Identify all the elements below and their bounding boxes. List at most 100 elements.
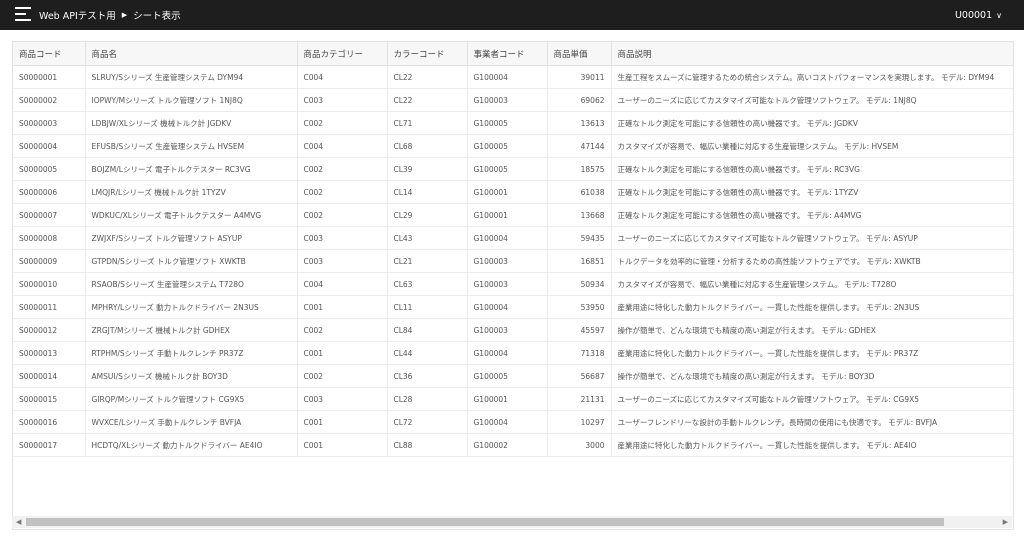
col-unit-price-cell[interactable]: 18575 bbox=[547, 157, 612, 181]
col-color-code-cell[interactable]: CL36 bbox=[387, 364, 468, 388]
table-row[interactable]: S0000009 GTPDN/Sシリーズ トルク管理ソフト XWKTB C003 CL… bbox=[13, 249, 1013, 273]
col-category-cell[interactable]: C002 bbox=[297, 180, 388, 204]
col-business-code-cell[interactable]: G100003 bbox=[467, 249, 548, 273]
col-category-cell[interactable]: C002 bbox=[297, 364, 388, 388]
col-description-header[interactable]: 商品説明 bbox=[611, 42, 1013, 66]
col-business-code-cell[interactable]: G100004 bbox=[467, 341, 548, 365]
col-business-code-cell[interactable]: G100005 bbox=[467, 111, 548, 135]
col-description-cell[interactable]: 操作が簡単で、どんな環境でも精度の高い測定が行えます。 モデル: GDHEX bbox=[611, 318, 1013, 342]
col-product-name-cell[interactable]: RTPHM/Sシリーズ 手動トルクレンチ PR37Z bbox=[85, 341, 298, 365]
col-business-code-cell[interactable]: G100001 bbox=[467, 180, 548, 204]
col-unit-price-cell[interactable]: 69062 bbox=[547, 88, 612, 112]
col-description-cell[interactable]: ユーザーのニーズに応じてカスタマイズ可能なトルク管理ソフトウェア。 モデル: A… bbox=[611, 226, 1013, 250]
col-color-code-cell[interactable]: CL11 bbox=[387, 295, 468, 319]
col-product-code-cell[interactable]: S0000014 bbox=[13, 364, 86, 388]
col-product-code-cell[interactable]: S0000015 bbox=[13, 387, 86, 411]
col-color-code-cell[interactable]: CL43 bbox=[387, 226, 468, 250]
col-color-code-header[interactable]: カラーコード bbox=[387, 42, 468, 66]
col-business-code-cell[interactable]: G100001 bbox=[467, 387, 548, 411]
table-row[interactable]: S0000016 WVXCE/Lシリーズ 手動トルクレンチ BVFJA C001 CL… bbox=[13, 410, 1013, 434]
scroll-right-icon[interactable]: ▶ bbox=[1003, 518, 1008, 526]
col-product-name-cell[interactable]: WVXCE/Lシリーズ 手動トルクレンチ BVFJA bbox=[85, 410, 298, 434]
col-description-cell[interactable]: 産業用途に特化した動力トルクドライバー。一貫した性能を提供します。 モデル: A… bbox=[611, 433, 1013, 457]
col-product-code-header[interactable]: 商品コード bbox=[13, 42, 86, 66]
col-unit-price-header[interactable]: 商品単価 bbox=[547, 42, 612, 66]
col-unit-price-cell[interactable]: 13613 bbox=[547, 111, 612, 135]
col-product-code-cell[interactable]: S0000006 bbox=[13, 180, 86, 204]
col-category-cell[interactable]: C002 bbox=[297, 111, 388, 135]
col-unit-price-cell[interactable]: 16851 bbox=[547, 249, 612, 273]
col-description-cell[interactable]: カスタマイズが容易で、幅広い業種に対応する生産管理システム。 モデル: HVSE… bbox=[611, 134, 1013, 158]
col-category-cell[interactable]: C003 bbox=[297, 249, 388, 273]
col-color-code-cell[interactable]: CL22 bbox=[387, 65, 468, 89]
col-category-cell[interactable]: C002 bbox=[297, 318, 388, 342]
table-row[interactable]: S0000001 SLRUY/Sシリーズ 生産管理システム DYM94 C004 CL… bbox=[13, 65, 1013, 89]
col-product-code-cell[interactable]: S0000012 bbox=[13, 318, 86, 342]
table-row[interactable]: S0000014 AMSUI/Sシリーズ 機械トルク計 BOY3D C002 CL36… bbox=[13, 364, 1013, 388]
table-row[interactable]: S0000010 RSAOB/Sシリーズ 生産管理システム T728O C004 CL… bbox=[13, 272, 1013, 296]
col-product-code-cell[interactable]: S0000004 bbox=[13, 134, 86, 158]
table-row[interactable]: S0000017 HCDTQ/XLシリーズ 動力トルクドライバー AE4IO C00… bbox=[13, 433, 1013, 457]
col-unit-price-cell[interactable]: 45597 bbox=[547, 318, 612, 342]
col-category-cell[interactable]: C001 bbox=[297, 295, 388, 319]
col-color-code-cell[interactable]: CL71 bbox=[387, 111, 468, 135]
col-description-cell[interactable]: 正確なトルク測定を可能にする信頼性の高い機器です。 モデル: 1TYZV bbox=[611, 180, 1013, 204]
col-description-cell[interactable]: 正確なトルク測定を可能にする信頼性の高い機器です。 モデル: RC3VG bbox=[611, 157, 1013, 181]
col-unit-price-cell[interactable]: 13668 bbox=[547, 203, 612, 227]
col-business-code-cell[interactable]: G100005 bbox=[467, 157, 548, 181]
col-category-cell[interactable]: C001 bbox=[297, 341, 388, 365]
col-description-cell[interactable]: カスタマイズが容易で、幅広い業種に対応する生産管理システム。 モデル: T728… bbox=[611, 272, 1013, 296]
col-description-cell[interactable]: ユーザーのニーズに応じてカスタマイズ可能なトルク管理ソフトウェア。 モデル: 1… bbox=[611, 88, 1013, 112]
chevron-down-icon[interactable]: ∨ bbox=[996, 11, 1002, 20]
app-title[interactable]: Web APIテスト用 bbox=[39, 8, 116, 22]
col-product-name-cell[interactable]: EFUSB/Sシリーズ 生産管理システム HVSEM bbox=[85, 134, 298, 158]
col-unit-price-cell[interactable]: 10297 bbox=[547, 410, 612, 434]
col-product-code-cell[interactable]: S0000003 bbox=[13, 111, 86, 135]
col-product-code-cell[interactable]: S0000008 bbox=[13, 226, 86, 250]
col-product-name-cell[interactable]: IOPWY/Mシリーズ トルク管理ソフト 1NJ8Q bbox=[85, 88, 298, 112]
table-row[interactable]: S0000015 GIRQP/Mシリーズ トルク管理ソフト CG9X5 C003 CL… bbox=[13, 387, 1013, 411]
col-product-name-cell[interactable]: SLRUY/Sシリーズ 生産管理システム DYM94 bbox=[85, 65, 298, 89]
col-business-code-cell[interactable]: G100003 bbox=[467, 318, 548, 342]
col-product-code-cell[interactable]: S0000007 bbox=[13, 203, 86, 227]
col-product-name-cell[interactable]: MPHRY/Lシリーズ 動力トルクドライバー 2N3US bbox=[85, 295, 298, 319]
table-row[interactable]: S0000007 WDKUC/XLシリーズ 電子トルクテスター A4MVG C002… bbox=[13, 203, 1013, 227]
table-row[interactable]: S0000012 ZRGJT/Mシリーズ 機械トルク計 GDHEX C002 CL84… bbox=[13, 318, 1013, 342]
col-category-header[interactable]: 商品カテゴリー bbox=[297, 42, 388, 66]
col-description-cell[interactable]: 操作が簡単で、どんな環境でも精度の高い測定が行えます。 モデル: BOY3D bbox=[611, 364, 1013, 388]
col-category-cell[interactable]: C003 bbox=[297, 88, 388, 112]
col-description-cell[interactable]: 産業用途に特化した動力トルクドライバー。一貫した性能を提供します。 モデル: 2… bbox=[611, 295, 1013, 319]
col-description-cell[interactable]: トルクデータを効率的に管理・分析するための高性能ソフトウェアです。 モデル: X… bbox=[611, 249, 1013, 273]
col-category-cell[interactable]: C004 bbox=[297, 272, 388, 296]
user-menu[interactable]: U00001 ∨ bbox=[955, 0, 1002, 30]
col-product-name-cell[interactable]: HCDTQ/XLシリーズ 動力トルクドライバー AE4IO bbox=[85, 433, 298, 457]
col-color-code-cell[interactable]: CL44 bbox=[387, 341, 468, 365]
col-color-code-cell[interactable]: CL84 bbox=[387, 318, 468, 342]
hamburger-menu-icon[interactable] bbox=[15, 7, 31, 22]
col-category-cell[interactable]: C002 bbox=[297, 203, 388, 227]
col-color-code-cell[interactable]: CL22 bbox=[387, 88, 468, 112]
col-product-code-cell[interactable]: S0000009 bbox=[13, 249, 86, 273]
col-business-code-cell[interactable]: G100004 bbox=[467, 65, 548, 89]
col-business-code-cell[interactable]: G100001 bbox=[467, 203, 548, 227]
col-unit-price-cell[interactable]: 47144 bbox=[547, 134, 612, 158]
col-color-code-cell[interactable]: CL39 bbox=[387, 157, 468, 181]
col-product-name-cell[interactable]: BOJZM/Lシリーズ 電子トルクテスター RC3VG bbox=[85, 157, 298, 181]
col-product-name-cell[interactable]: AMSUI/Sシリーズ 機械トルク計 BOY3D bbox=[85, 364, 298, 388]
col-category-cell[interactable]: C003 bbox=[297, 387, 388, 411]
col-description-cell[interactable]: 正確なトルク測定を可能にする信頼性の高い機器です。 モデル: JGDKV bbox=[611, 111, 1013, 135]
col-category-cell[interactable]: C004 bbox=[297, 65, 388, 89]
col-category-cell[interactable]: C003 bbox=[297, 226, 388, 250]
col-category-cell[interactable]: C001 bbox=[297, 410, 388, 434]
col-product-code-cell[interactable]: S0000013 bbox=[13, 341, 86, 365]
col-color-code-cell[interactable]: CL29 bbox=[387, 203, 468, 227]
col-description-cell[interactable]: ユーザーフレンドリーな設計の手動トルクレンチ。長時間の使用にも快適です。 モデル… bbox=[611, 410, 1013, 434]
col-business-code-cell[interactable]: G100003 bbox=[467, 272, 548, 296]
user-id[interactable]: U00001 bbox=[955, 10, 992, 21]
col-description-cell[interactable]: 産業用途に特化した動力トルクドライバー。一貫した性能を提供します。 モデル: P… bbox=[611, 341, 1013, 365]
col-unit-price-cell[interactable]: 53950 bbox=[547, 295, 612, 319]
col-business-code-cell[interactable]: G100004 bbox=[467, 410, 548, 434]
col-product-name-header[interactable]: 商品名 bbox=[85, 42, 298, 66]
col-product-code-cell[interactable]: S0000010 bbox=[13, 272, 86, 296]
table-row[interactable]: S0000005 BOJZM/Lシリーズ 電子トルクテスター RC3VG C002 C… bbox=[13, 157, 1013, 181]
